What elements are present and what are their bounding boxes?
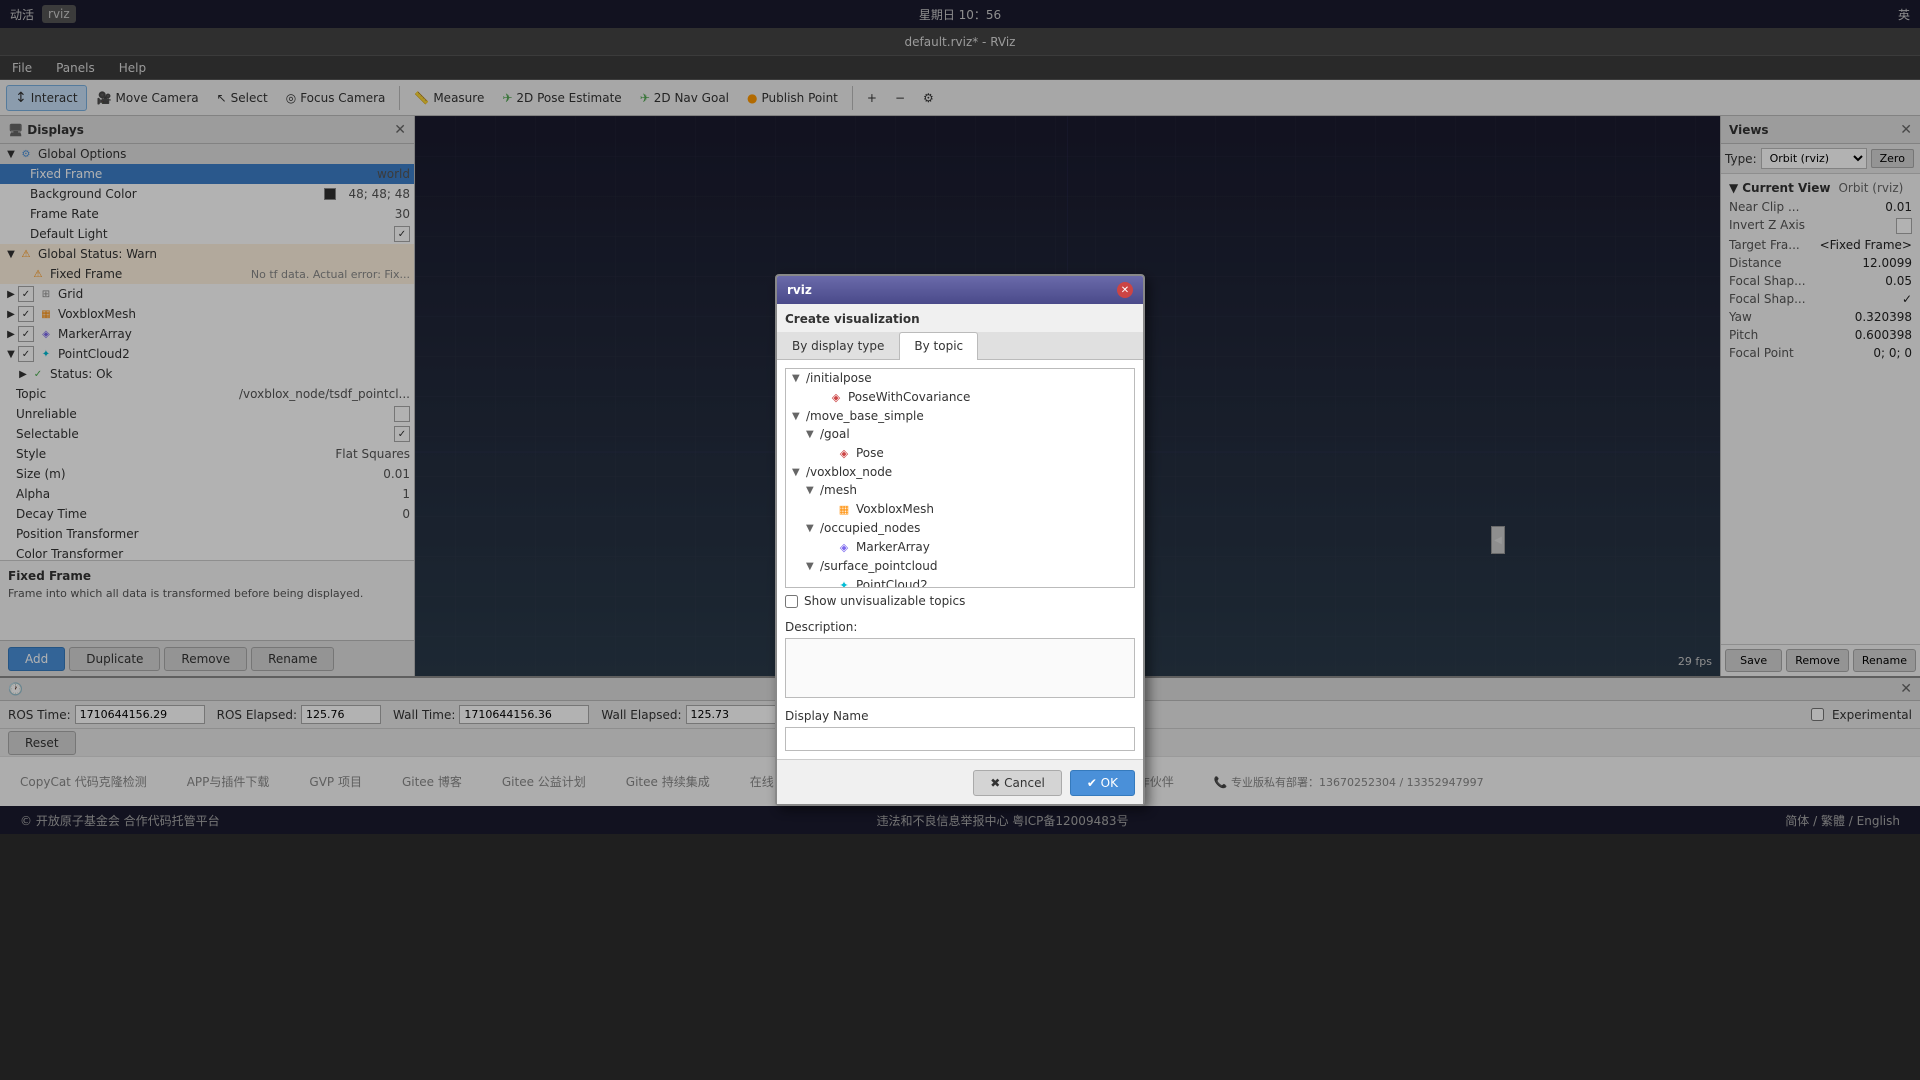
dialog-tabs: By display type By topic bbox=[777, 332, 1143, 360]
show-unvisualizable-row: Show unvisualizable topics bbox=[785, 588, 1135, 614]
topic-pose[interactable]: ◈ Pose bbox=[786, 443, 1134, 463]
topic-surface-pc[interactable]: ▼ /surface_pointcloud bbox=[786, 557, 1134, 575]
display-name-section: Display Name bbox=[785, 709, 1135, 751]
marker-array-d-icon: ◈ bbox=[836, 539, 852, 555]
dialog-content: ▼ /initialpose ◈ PoseWithCovariance ▼ /m… bbox=[777, 360, 1143, 759]
tab-by-topic[interactable]: By topic bbox=[899, 332, 978, 360]
description-textarea bbox=[785, 638, 1135, 698]
topic-marker-array[interactable]: ◈ MarkerArray bbox=[786, 537, 1134, 557]
topic-mesh[interactable]: ▼ /mesh bbox=[786, 481, 1134, 499]
topic-occupied-nodes[interactable]: ▼ /occupied_nodes bbox=[786, 519, 1134, 537]
topic-surface-pc2[interactable]: ✦ PointCloud2 bbox=[786, 575, 1134, 588]
mesh-expand[interactable]: ▼ bbox=[806, 485, 818, 496]
goal-expand[interactable]: ▼ bbox=[806, 429, 818, 440]
ok-button[interactable]: ✔ OK bbox=[1070, 770, 1135, 796]
pose-icon: ◈ bbox=[836, 445, 852, 461]
surface-pc-expand[interactable]: ▼ bbox=[806, 561, 818, 572]
dialog-close-button[interactable]: ✕ bbox=[1117, 282, 1133, 298]
create-visualization-dialog: rviz ✕ Create visualization By display t… bbox=[775, 274, 1145, 806]
topic-voxblox-node[interactable]: ▼ /voxblox_node bbox=[786, 463, 1134, 481]
dialog-overlay: rviz ✕ Create visualization By display t… bbox=[0, 0, 1920, 1080]
topic-initialpose[interactable]: ▼ /initialpose bbox=[786, 369, 1134, 387]
cancel-button[interactable]: ✖ Cancel bbox=[973, 770, 1062, 796]
topic-move-base[interactable]: ▼ /move_base_simple bbox=[786, 407, 1134, 425]
surface-pc2-icon: ✦ bbox=[836, 577, 852, 588]
tab-by-display-type[interactable]: By display type bbox=[777, 332, 899, 359]
description-label: Description: bbox=[785, 620, 1135, 634]
topic-goal[interactable]: ▼ /goal bbox=[786, 425, 1134, 443]
dialog-title-text: rviz bbox=[787, 283, 812, 297]
occupied-expand[interactable]: ▼ bbox=[806, 523, 818, 534]
pose-cov-icon: ◈ bbox=[828, 389, 844, 405]
topic-voxblox-mesh[interactable]: ▦ VoxbloxMesh bbox=[786, 499, 1134, 519]
show-unvisualizable-checkbox[interactable] bbox=[785, 595, 798, 608]
dialog-buttons: ✖ Cancel ✔ OK bbox=[777, 759, 1143, 804]
create-visualization-label: Create visualization bbox=[785, 312, 1135, 326]
description-section: Description: bbox=[785, 620, 1135, 701]
voxblox-mesh-d-icon: ▦ bbox=[836, 501, 852, 517]
initialpose-expand[interactable]: ▼ bbox=[792, 373, 804, 384]
voxblox-node-expand[interactable]: ▼ bbox=[792, 467, 804, 478]
display-name-input[interactable] bbox=[785, 727, 1135, 751]
topic-tree: ▼ /initialpose ◈ PoseWithCovariance ▼ /m… bbox=[785, 368, 1135, 588]
dialog-title-bar: rviz ✕ bbox=[777, 276, 1143, 304]
display-name-label: Display Name bbox=[785, 709, 1135, 723]
show-unvisualizable-label: Show unvisualizable topics bbox=[804, 594, 965, 608]
move-base-expand[interactable]: ▼ bbox=[792, 411, 804, 422]
topic-pose-with-cov[interactable]: ◈ PoseWithCovariance bbox=[786, 387, 1134, 407]
